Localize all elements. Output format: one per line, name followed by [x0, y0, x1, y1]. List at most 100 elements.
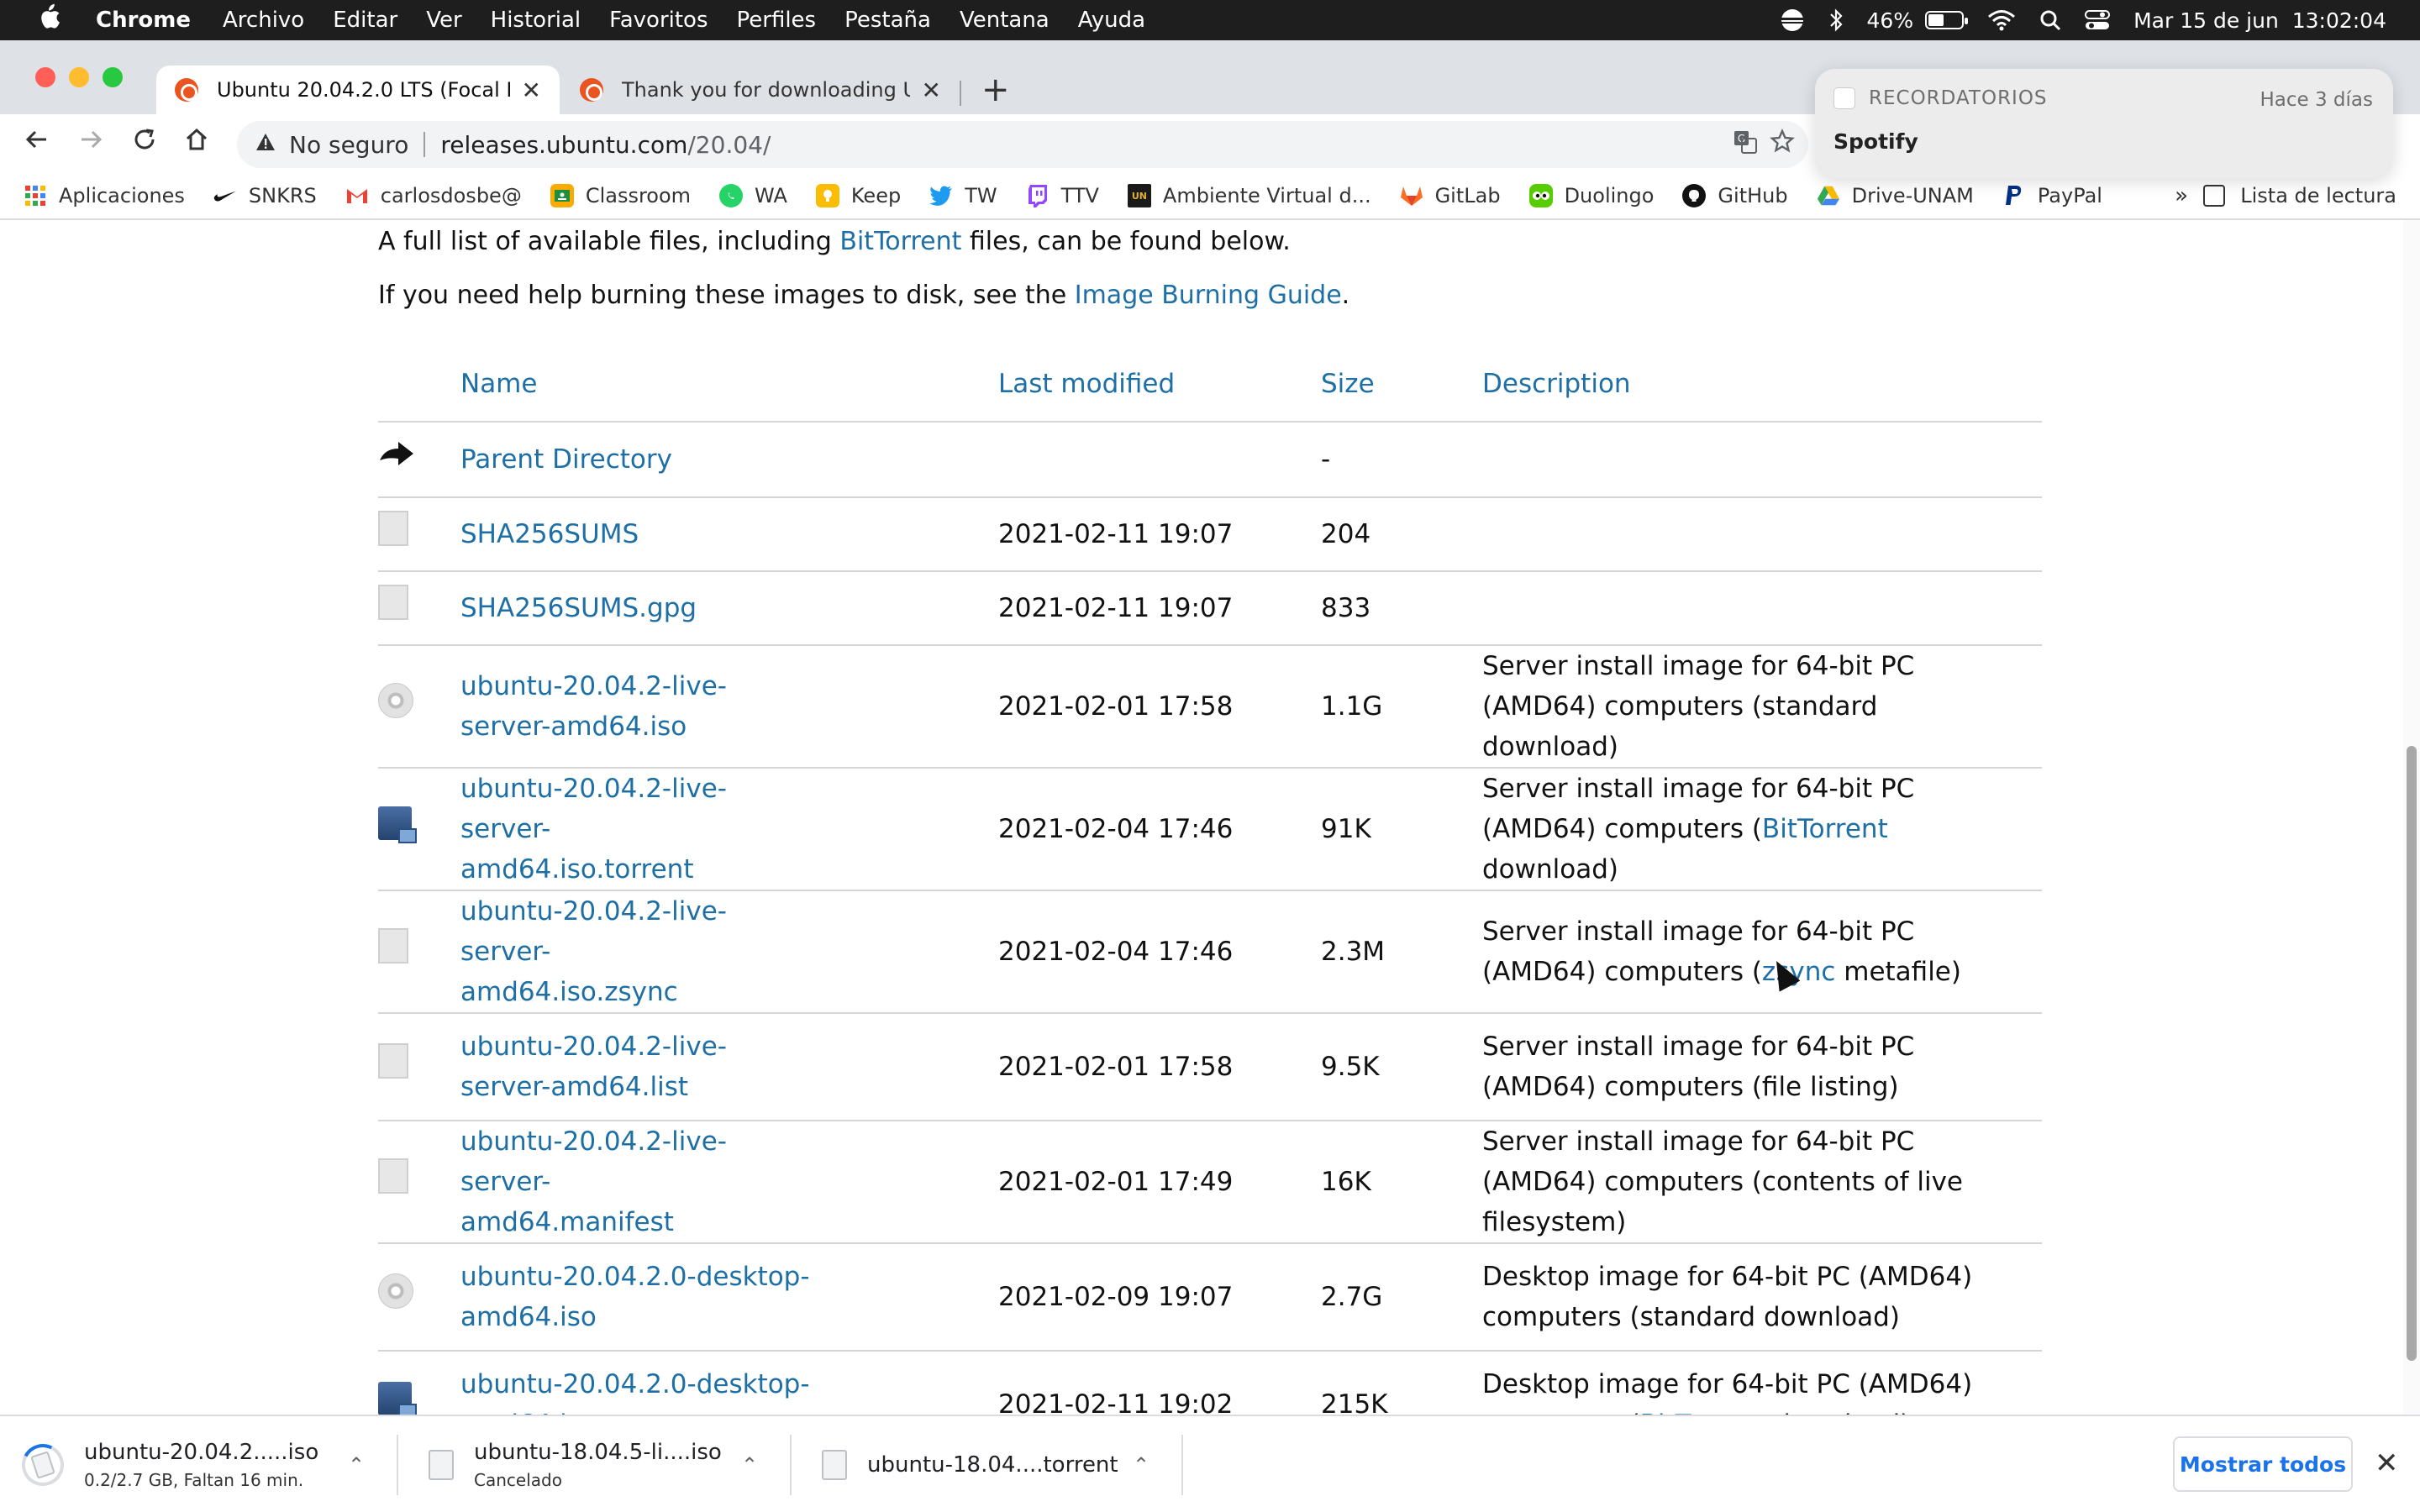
warning-icon[interactable]	[255, 132, 276, 157]
menu-app-chrome[interactable]: Chrome	[96, 8, 191, 33]
control-center-icon[interactable]	[2085, 9, 2111, 31]
image-burning-guide-link[interactable]: Image Burning Guide	[1075, 281, 1342, 310]
bookmark-snkrs[interactable]: SNKRS	[213, 184, 317, 207]
last-modified-column-header[interactable]: Last modified	[998, 346, 1321, 423]
menu-favoritos[interactable]: Favoritos	[609, 8, 708, 33]
home-icon[interactable]	[178, 126, 215, 160]
table-row: ubuntu-20.04.2-live-server-amd64.manifes…	[378, 1121, 2042, 1244]
menu-editar[interactable]: Editar	[333, 8, 397, 33]
document-icon	[378, 1043, 408, 1079]
bookmark-label: carlosdosbe@	[380, 184, 522, 207]
file-icon-cell	[378, 1121, 460, 1244]
bookmark-aplicaciones[interactable]: Aplicaciones	[24, 184, 185, 207]
file-link[interactable]: Parent Directory	[460, 439, 672, 480]
bluetooth-icon[interactable]	[1828, 8, 1844, 33]
bookmark-label: Classroom	[585, 184, 692, 207]
file-link[interactable]: ubuntu-20.04.2-live-server-amd64.manifes…	[460, 1121, 813, 1242]
address-bar[interactable]: No seguro releases.ubuntu.com/20.04/ G	[237, 121, 1808, 168]
bookmark-paypal[interactable]: PayPal	[2002, 184, 2102, 207]
bookmark-drive-unam[interactable]: Drive-UNAM	[1817, 184, 1974, 207]
size-cell: 9.5K	[1321, 1013, 1482, 1121]
clock-datetime[interactable]: Mar 15 de jun 13:02:04	[2133, 8, 2386, 33]
file-link[interactable]: ubuntu-20.04.2.0-desktop-amd64.iso.torre…	[460, 1364, 810, 1415]
file-link[interactable]: SHA256SUMS.gpg	[460, 588, 697, 628]
reading-list-button[interactable]: Lista de lectura	[2203, 184, 2396, 207]
security-status[interactable]: No seguro	[289, 131, 408, 159]
bookmark-ttv[interactable]: TTV	[1026, 184, 1099, 207]
file-link[interactable]: ubuntu-20.04.2-live-server-amd64.list	[460, 1026, 813, 1107]
bookmark-keep[interactable]: Keep	[815, 184, 901, 207]
close-tab-icon[interactable]: ✕	[922, 76, 941, 104]
close-tab-icon[interactable]: ✕	[522, 76, 541, 104]
description-text: Desktop image for 64-bit PC (AMD64) comp…	[1482, 1262, 1973, 1332]
download-item-active[interactable]: ubuntu-20.04.2.....iso 0.2/2.7 GB, Falta…	[16, 1416, 390, 1512]
menu-historial[interactable]: Historial	[491, 8, 581, 33]
minimize-window-button[interactable]	[69, 67, 89, 87]
description-link[interactable]: BitTorrent	[1762, 814, 1888, 844]
bookmark-classroom[interactable]: Classroom	[550, 184, 691, 207]
reload-icon[interactable]	[126, 126, 163, 160]
close-shelf-icon[interactable]: ✕	[2375, 1446, 2399, 1480]
name-column-header[interactable]: Name	[460, 346, 998, 423]
size-cell: 215K	[1321, 1351, 1482, 1415]
forward-arrow-icon[interactable]	[72, 126, 109, 160]
tab-thank-you[interactable]: Thank you for downloading Ubuntu Desktop…	[561, 66, 960, 114]
bookmark-github[interactable]: GitHub	[1682, 184, 1788, 207]
file-name-cell: Parent Directory	[460, 422, 998, 498]
battery-icon[interactable]	[1925, 11, 1969, 29]
menu-ventana[interactable]: Ventana	[960, 8, 1050, 33]
chevron-up-icon[interactable]: ⌃	[741, 1453, 758, 1477]
download-divider	[397, 1435, 398, 1495]
translate-icon[interactable]: G	[1733, 129, 1758, 160]
bookmark-wa[interactable]: WA	[719, 184, 787, 207]
chevron-up-icon[interactable]: ⌃	[1133, 1453, 1150, 1477]
scrollbar-thumb[interactable]	[2407, 746, 2417, 1361]
wifi-icon[interactable]	[1987, 9, 2016, 31]
tab-ubuntu-release[interactable]: Ubuntu 20.04.2.0 LTS (Focal Fossa) ✕	[156, 66, 560, 114]
download-item-torrent[interactable]: ubuntu-18.04....torrent ⌃	[822, 1416, 1183, 1512]
battery-percent: 46%	[1866, 8, 1914, 33]
bookmark-gmail[interactable]: carlosdosbe@	[345, 184, 522, 207]
file-link[interactable]: ubuntu-20.04.2-live-server-amd64.iso.zsy…	[460, 891, 813, 1012]
bookmark-gitlab[interactable]: GitLab	[1400, 184, 1501, 207]
show-all-downloads-button[interactable]: Mostrar todos	[2173, 1436, 2353, 1492]
description-column-header[interactable]: Description	[1482, 346, 2042, 423]
close-window-button[interactable]	[35, 67, 55, 87]
chevron-up-icon[interactable]: ⌃	[348, 1453, 365, 1477]
page-scrollbar[interactable]	[2403, 220, 2420, 1415]
description-cell	[1482, 571, 2042, 646]
download-item-cancelled[interactable]: ubuntu-18.04.5-li....iso Cancelado ⌃	[429, 1416, 790, 1512]
file-link[interactable]: ubuntu-20.04.2-live-server-amd64.iso.tor…	[460, 769, 813, 890]
menu-ayuda[interactable]: Ayuda	[1078, 8, 1145, 33]
file-link-part: amd64.iso.torrent	[460, 854, 694, 885]
file-link[interactable]: ubuntu-20.04.2-live-server-amd64.iso	[460, 666, 813, 747]
menu-extra-icon[interactable]	[1780, 8, 1805, 33]
bittorrent-link[interactable]: BitTorrent	[839, 227, 961, 256]
size-column-header[interactable]: Size	[1321, 346, 1482, 423]
file-icon	[822, 1450, 847, 1480]
page-content: A full list of available files, includin…	[0, 220, 2403, 1415]
bookmark-duolingo[interactable]: Duolingo	[1528, 184, 1654, 207]
table-row: SHA256SUMS.gpg 2021-02-11 19:07 833	[378, 571, 2042, 646]
new-tab-button[interactable]: +	[981, 71, 1010, 109]
torrent-icon	[378, 806, 417, 843]
file-link[interactable]: SHA256SUMS	[460, 514, 639, 554]
menu-perfiles[interactable]: Perfiles	[737, 8, 817, 33]
menu-archivo[interactable]: Archivo	[223, 8, 304, 33]
back-arrow-icon[interactable]	[18, 126, 55, 160]
menu-ver[interactable]: Ver	[426, 8, 461, 33]
more-bookmarks-button[interactable]: »	[2175, 183, 2188, 208]
menu-pestana[interactable]: Pestaña	[844, 8, 931, 33]
file-link-part: amd64.manifest	[460, 1207, 674, 1237]
bookmark-star-icon[interactable]	[1770, 129, 1795, 160]
file-link[interactable]: ubuntu-20.04.2.0-desktop-amd64.iso	[460, 1257, 813, 1337]
zoom-window-button[interactable]	[103, 67, 123, 87]
file-link-part: amd64.iso.torrent	[460, 1404, 810, 1415]
apple-menu-icon[interactable]	[32, 3, 66, 37]
bookmark-ambiente-virtual[interactable]: UN Ambiente Virtual d...	[1127, 184, 1371, 207]
bookmark-tw[interactable]: TW	[929, 184, 997, 207]
swoosh-icon	[213, 184, 237, 207]
reminder-notification[interactable]: RECORDATORIOS Hace 3 días Spotify	[1815, 69, 2393, 178]
table-row: ubuntu-20.04.2-live-server-amd64.iso.tor…	[378, 768, 2042, 891]
spotlight-search-icon[interactable]	[2039, 9, 2061, 31]
